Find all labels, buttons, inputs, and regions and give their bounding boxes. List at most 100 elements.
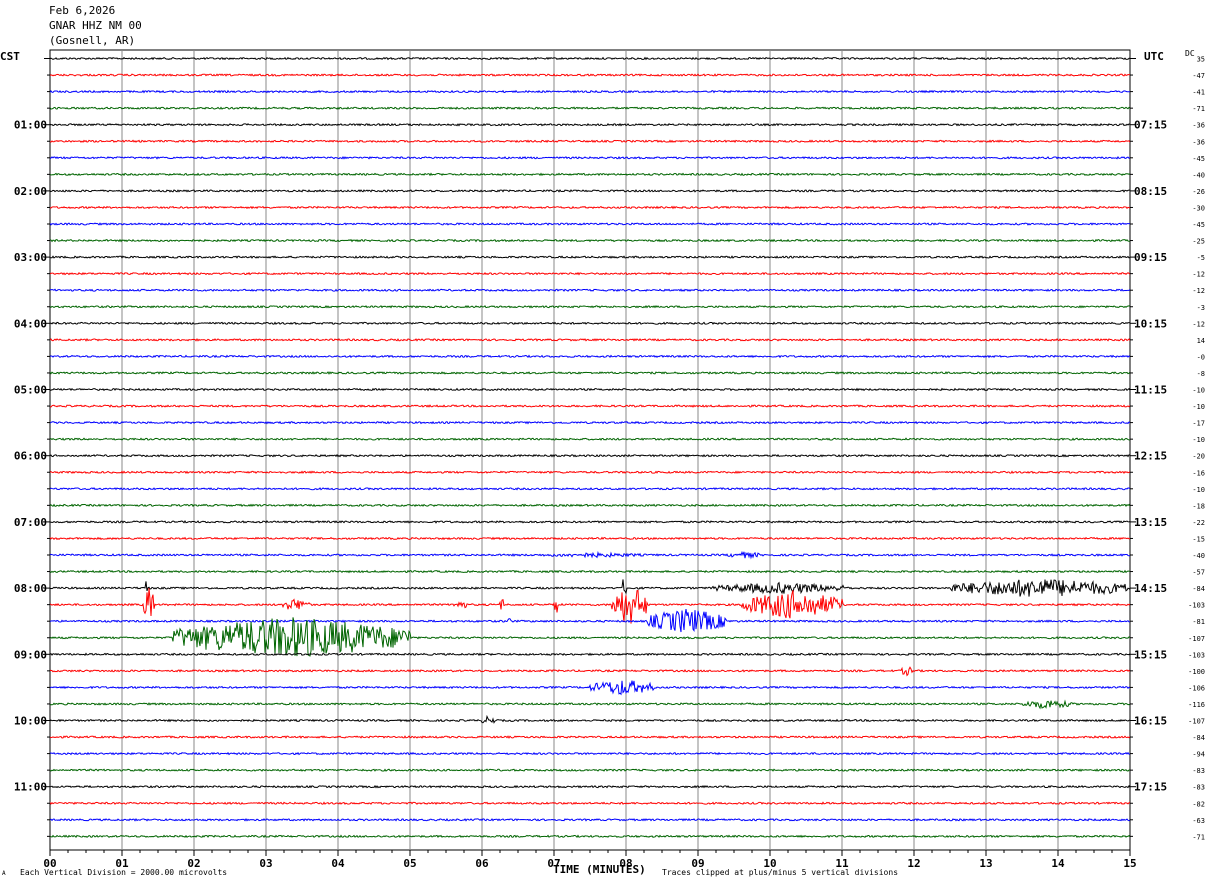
seismic-trace (49, 453, 1131, 458)
dc-offset-value: -83 (1192, 784, 1205, 792)
dc-offset-value: -45 (1192, 221, 1205, 229)
dc-offset-value: -10 (1192, 387, 1205, 395)
dc-offset-value: -8 (1197, 370, 1205, 378)
left-hour-label: 08:00 (14, 582, 47, 595)
x-tick-label: 15 (1123, 857, 1136, 870)
seismic-trace (49, 550, 1131, 560)
x-tick-label: 04 (331, 857, 345, 870)
dc-offset-value: -57 (1192, 569, 1205, 577)
seismic-trace (49, 73, 1131, 77)
seismogram-plot: 00 01 02 03 04 05 06 07 08 09 10 11 12 13 14 1501:0002:… (14, 49, 1205, 870)
seismic-trace (49, 536, 1131, 541)
right-hour-label: 09:15 (1134, 251, 1167, 264)
seismic-trace (49, 569, 1131, 574)
x-tick-label: 12 (907, 857, 920, 870)
dc-offset-value: -107 (1188, 635, 1205, 643)
seismic-trace (49, 437, 1131, 441)
scale-note: Each Vertical Division = 2000.00 microvo… (20, 868, 228, 877)
dc-offset-value: -12 (1192, 320, 1205, 328)
dc-offset-value: -12 (1192, 271, 1205, 279)
corner-mark: A (2, 870, 6, 877)
left-hour-label: 06:00 (14, 450, 47, 463)
seismic-trace (49, 404, 1131, 408)
left-hour-label: 02:00 (14, 185, 47, 198)
seismic-trace (49, 106, 1131, 110)
seismic-trace (49, 122, 1131, 127)
dc-offset-value: -81 (1192, 618, 1205, 626)
seismic-trace (49, 288, 1131, 293)
dc-offset-value: -45 (1192, 155, 1205, 163)
left-hour-label: 05:00 (14, 384, 47, 397)
clip-note: Traces clipped at plus/minus 5 vertical … (662, 868, 899, 877)
seismic-trace (49, 238, 1131, 243)
dc-offset-value: -5 (1197, 254, 1205, 262)
dc-offset-value: -18 (1192, 502, 1205, 510)
seismic-trace (49, 420, 1131, 425)
right-hour-label: 14:15 (1134, 582, 1167, 595)
dc-offset-value: -12 (1192, 287, 1205, 295)
left-hour-label: 09:00 (14, 648, 47, 661)
seismic-trace (49, 387, 1131, 392)
seismic-trace (49, 617, 1131, 657)
seismic-trace (49, 139, 1131, 144)
dc-offset-value: -84 (1192, 585, 1205, 593)
seismic-trace (49, 666, 1131, 677)
seismic-trace (49, 503, 1131, 508)
dc-offset-value: -20 (1192, 453, 1205, 461)
right-hour-label: 15:15 (1134, 648, 1167, 661)
seismic-trace (49, 768, 1131, 772)
seismic-trace (49, 714, 1131, 724)
dc-offset-value: -116 (1188, 701, 1205, 709)
dc-offset-value: -71 (1192, 105, 1205, 113)
seismic-trace (49, 652, 1131, 657)
left-hour-label: 01:00 (14, 119, 47, 132)
dc-offset-value: -25 (1192, 238, 1205, 246)
dc-offset-value: -100 (1188, 668, 1205, 676)
dc-offset-value: 14 (1197, 337, 1205, 345)
seismic-trace (49, 189, 1131, 193)
x-tick-label: 14 (1051, 857, 1065, 870)
seismic-trace (49, 304, 1131, 309)
dc-offset-value: -82 (1192, 800, 1205, 808)
dc-offset-value: -26 (1192, 188, 1205, 196)
seismic-trace (49, 205, 1131, 210)
seismic-trace (49, 155, 1131, 160)
seismic-trace (49, 371, 1131, 375)
seismic-trace (49, 271, 1131, 276)
seismic-trace (49, 486, 1131, 491)
dc-offset-value: -84 (1192, 734, 1205, 742)
dc-offset-value: -103 (1188, 602, 1205, 610)
seismic-trace (49, 172, 1131, 177)
dc-offset-value: -40 (1192, 552, 1205, 560)
plot-frame (49, 49, 1131, 851)
dc-offset-value: -15 (1192, 535, 1205, 543)
x-tick-label: 05 (403, 857, 416, 870)
seismic-trace (49, 321, 1131, 326)
seismic-trace (49, 56, 1131, 61)
dc-offset-value: -10 (1192, 486, 1205, 494)
dc-offset-value: -36 (1192, 138, 1205, 146)
dc-offset-value: -47 (1192, 72, 1205, 80)
right-hour-label: 12:15 (1134, 450, 1167, 463)
seismic-trace (49, 801, 1131, 805)
left-hour-label: 03:00 (14, 251, 47, 264)
seismic-trace (49, 817, 1131, 822)
seismic-trace (49, 834, 1131, 839)
seismic-trace (49, 337, 1131, 342)
dc-offset-value: -106 (1188, 684, 1205, 692)
dc-offset-value: -0 (1197, 353, 1205, 361)
x-tick-label: 13 (979, 857, 992, 870)
dc-offset-value: -30 (1192, 204, 1205, 212)
right-hour-label: 10:15 (1134, 317, 1167, 330)
dc-offset-value: -10 (1192, 436, 1205, 444)
left-hour-label: 04:00 (14, 317, 47, 330)
seismic-trace (49, 89, 1131, 94)
dc-offset-value: -17 (1192, 420, 1205, 428)
x-tick-label: 06 (475, 857, 489, 870)
seismic-trace (49, 735, 1131, 739)
dc-offset-value: -41 (1192, 89, 1205, 97)
dc-offset-value: 35 (1197, 56, 1205, 64)
seismic-trace (49, 520, 1131, 524)
seismic-trace (49, 579, 1131, 597)
left-hour-label: 10:00 (14, 715, 47, 728)
